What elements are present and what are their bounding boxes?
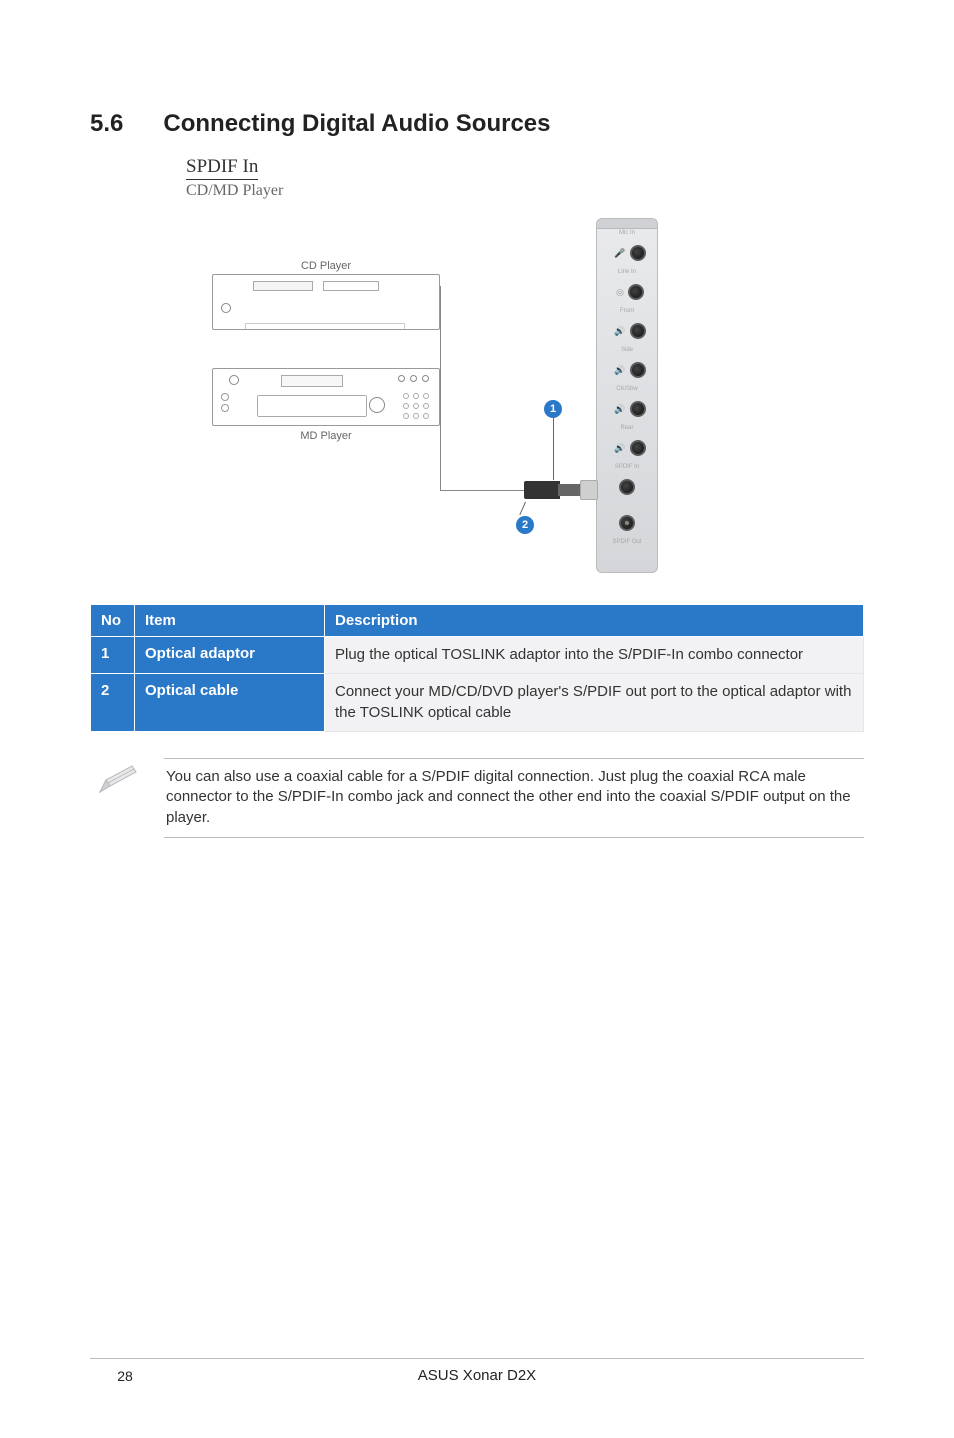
cd-display-2 [323, 281, 379, 291]
md-display [281, 375, 343, 387]
callout-line-2 [519, 502, 526, 515]
cable-vertical [440, 286, 441, 490]
port-front: 🔊 [597, 316, 657, 346]
jack-mic [630, 245, 646, 261]
footer-line: 28 ASUS Xonar D2X [90, 1358, 864, 1384]
note-block: You can also use a coaxial cable for a S… [90, 758, 864, 838]
pci-bracket: Mic In 🎤 Line In ◎ Front 🔊 Side 🔊 Ctr/Sb… [596, 218, 658, 573]
section-heading: 5.6 Connecting Digital Audio Sources [90, 110, 864, 138]
callout-2: 2 [516, 516, 534, 534]
line-icon: ◎ [616, 287, 624, 298]
port-rear: 🔊 [597, 433, 657, 463]
cell-no: 2 [91, 674, 135, 732]
cd-button [221, 303, 231, 313]
jack-rear [630, 440, 646, 456]
section-number: 5.6 [90, 110, 123, 138]
md-slot [257, 395, 367, 417]
mic-icon: 🎤 [614, 248, 625, 259]
cd-player: CD Player [212, 260, 440, 340]
port-label-ctr: Ctr/Sbw [597, 385, 657, 394]
cd-display [253, 281, 313, 291]
md-device [212, 368, 440, 426]
port-side: 🔊 [597, 355, 657, 385]
cable-connector-tip [580, 480, 598, 500]
cable-connector-mid [558, 484, 580, 496]
jack-spdif-out [619, 515, 635, 531]
jack-front [630, 323, 646, 339]
md-player-label: MD Player [212, 430, 440, 442]
product-name: ASUS Xonar D2X [160, 1367, 794, 1384]
cable-connector-body [524, 481, 560, 499]
md-grid [403, 393, 429, 419]
port-spdif-out [597, 508, 657, 538]
cell-desc: Plug the optical TOSLINK adaptor into th… [325, 637, 864, 674]
port-ctr: 🔊 [597, 394, 657, 424]
cd-tray [245, 323, 405, 329]
note-text: You can also use a coaxial cable for a S… [164, 758, 864, 838]
port-label-side: Side [597, 346, 657, 355]
port-label-mic: Mic In [597, 229, 657, 238]
md-eject [229, 375, 239, 385]
diagram-canvas: Mic In 🎤 Line In ◎ Front 🔊 Side 🔊 Ctr/Sb… [186, 210, 666, 580]
jack-ctr [630, 401, 646, 417]
col-header-desc: Description [325, 605, 864, 637]
diagram-area: SPDIF In CD/MD Player Mic In 🎤 Line In ◎… [186, 156, 864, 580]
callout-1: 1 [544, 400, 562, 418]
cell-desc: Connect your MD/CD/DVD player's S/PDIF o… [325, 674, 864, 732]
col-header-no: No [91, 605, 135, 637]
port-spdif-in [597, 472, 657, 502]
md-left-buttons [221, 393, 229, 412]
section-title: Connecting Digital Audio Sources [163, 110, 550, 138]
diagram-subtitle: CD/MD Player [186, 182, 864, 200]
speaker-icon-4: 🔊 [614, 443, 625, 454]
cd-device [212, 274, 440, 330]
table-row: 1 Optical adaptor Plug the optical TOSLI… [91, 637, 864, 674]
speaker-icon-3: 🔊 [614, 404, 625, 415]
note-pencil-icon [94, 758, 146, 798]
col-header-item: Item [135, 605, 325, 637]
cable-horizontal [440, 490, 526, 491]
port-label-rear: Rear [597, 424, 657, 433]
port-label-spdifin: SPDIF In [597, 463, 657, 472]
page-footer: 28 ASUS Xonar D2X [0, 1358, 954, 1384]
md-knob [369, 397, 385, 413]
port-label-front: Front [597, 307, 657, 316]
port-label-line: Line In [597, 268, 657, 277]
diagram-title: SPDIF In [186, 156, 258, 180]
port-mic: 🎤 [597, 238, 657, 268]
bracket-top [597, 219, 657, 229]
pencil-icon [96, 758, 144, 798]
table-row: 2 Optical cable Connect your MD/CD/DVD p… [91, 674, 864, 732]
port-line: ◎ [597, 277, 657, 307]
port-label-spdifout: SPDIF Out [597, 538, 657, 547]
md-dots [398, 375, 429, 382]
cell-item: Optical adaptor [135, 637, 325, 674]
items-table: No Item Description 1 Optical adaptor Pl… [90, 604, 864, 732]
page-number: 28 [90, 1368, 160, 1384]
cd-player-label: CD Player [212, 260, 440, 272]
page: 5.6 Connecting Digital Audio Sources SPD… [0, 0, 954, 1438]
md-player: MD Player [212, 368, 440, 450]
callout-line-1 [553, 418, 554, 480]
speaker-icon-2: 🔊 [614, 365, 625, 376]
cell-item: Optical cable [135, 674, 325, 732]
jack-side [630, 362, 646, 378]
speaker-icon: 🔊 [614, 326, 625, 337]
cell-no: 1 [91, 637, 135, 674]
jack-line [628, 284, 644, 300]
jack-spdif-in [619, 479, 635, 495]
